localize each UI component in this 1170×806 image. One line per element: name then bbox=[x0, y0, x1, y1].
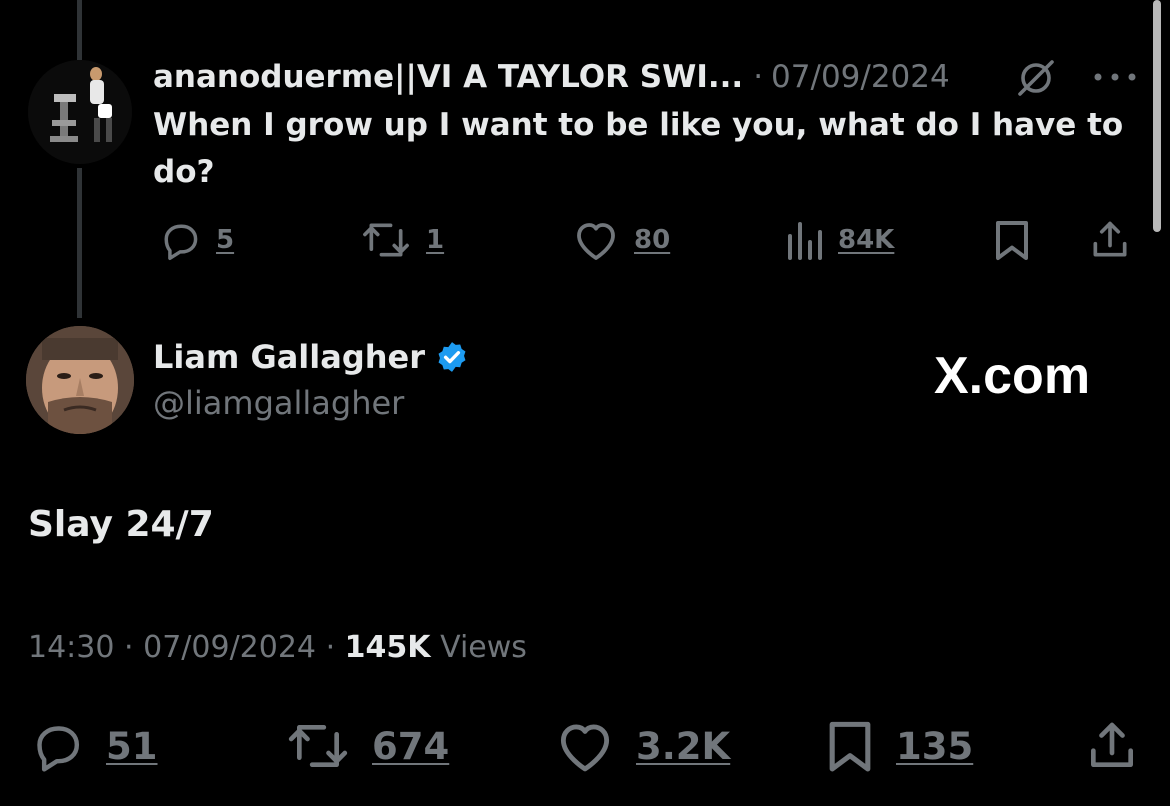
reply-avatar[interactable] bbox=[28, 60, 132, 164]
reply-like-button[interactable]: 80 bbox=[572, 218, 670, 262]
main-likes-count: 3.2K bbox=[636, 724, 731, 768]
repost-icon bbox=[363, 223, 409, 257]
main-avatar[interactable] bbox=[26, 326, 134, 434]
share-icon bbox=[1091, 722, 1133, 767]
heart-icon bbox=[577, 223, 615, 260]
main-share-button[interactable] bbox=[1084, 718, 1140, 774]
main-bookmark-button[interactable]: 135 bbox=[824, 718, 973, 774]
main-tweet-meta: 14:30 · 07/09/2024 · 145K Views bbox=[28, 630, 527, 665]
main-repost-button[interactable]: 674 bbox=[284, 718, 449, 774]
reply-share-button[interactable] bbox=[1088, 218, 1132, 262]
analytics-icon bbox=[788, 222, 822, 260]
main-reposts-count: 674 bbox=[372, 724, 450, 768]
tweet-thread: ananoduerme||VI A TAYLOR SWI... · 07/09/… bbox=[0, 0, 1170, 806]
reply-bookmark-button[interactable] bbox=[992, 218, 1032, 262]
reply-text: When I grow up I want to be like you, wh… bbox=[153, 107, 1124, 190]
reply-date[interactable]: 07/09/2024 bbox=[771, 59, 950, 95]
main-date[interactable]: 07/09/2024 bbox=[143, 630, 316, 665]
reply-reposts-count: 1 bbox=[426, 225, 445, 255]
reply-header: ananoduerme||VI A TAYLOR SWI... · 07/09/… bbox=[153, 52, 950, 102]
reply-views-button[interactable]: 84K bbox=[784, 218, 894, 262]
share-icon bbox=[1093, 221, 1127, 257]
reply-views-count: 84K bbox=[838, 225, 895, 255]
more-options-icon[interactable] bbox=[1092, 72, 1138, 82]
bookmark-icon bbox=[829, 721, 871, 772]
xcom-watermark: X.com bbox=[934, 346, 1090, 406]
main-time[interactable]: 14:30 bbox=[28, 630, 114, 665]
reply-display-name[interactable]: ananoduerme||VI A TAYLOR SWI... bbox=[153, 59, 743, 95]
meta-separator: · bbox=[325, 630, 336, 665]
main-views-count[interactable]: 145K bbox=[345, 630, 431, 665]
comment-icon bbox=[164, 224, 198, 261]
main-display-name[interactable]: Liam Gallagher bbox=[153, 338, 425, 376]
reply-replies-count: 5 bbox=[216, 225, 235, 255]
grok-icon[interactable] bbox=[1014, 56, 1058, 100]
main-replies-count: 51 bbox=[106, 724, 158, 768]
heart-icon bbox=[560, 724, 610, 772]
main-views-label: Views bbox=[440, 630, 527, 665]
main-handle[interactable]: @liamgallagher bbox=[153, 384, 404, 422]
main-like-button[interactable]: 3.2K bbox=[554, 718, 730, 774]
main-action-bar: 51 674 3.2K 135 bbox=[0, 718, 1170, 776]
profile-photo-avatar bbox=[26, 326, 134, 434]
concert-photo-avatar bbox=[28, 60, 132, 164]
reply-action-bar: 5 1 80 84K bbox=[0, 214, 1170, 264]
main-tweet-text: Slay 24/7 bbox=[28, 504, 214, 545]
repost-icon bbox=[288, 725, 348, 767]
comment-icon bbox=[37, 726, 80, 772]
main-bookmarks-count: 135 bbox=[896, 724, 974, 768]
reply-separator: · bbox=[753, 59, 764, 95]
meta-separator: · bbox=[124, 630, 134, 665]
bookmark-icon bbox=[996, 221, 1028, 260]
reply-reply-button[interactable]: 5 bbox=[158, 218, 234, 262]
reply-repost-button[interactable]: 1 bbox=[360, 218, 444, 262]
main-reply-button[interactable]: 51 bbox=[28, 718, 158, 774]
reply-likes-count: 80 bbox=[634, 225, 671, 255]
scrollbar[interactable] bbox=[1153, 0, 1161, 232]
main-display-name-row: Liam Gallagher bbox=[153, 338, 469, 376]
verified-badge-icon[interactable] bbox=[435, 340, 469, 374]
xcom-text: X.com bbox=[934, 347, 1091, 405]
